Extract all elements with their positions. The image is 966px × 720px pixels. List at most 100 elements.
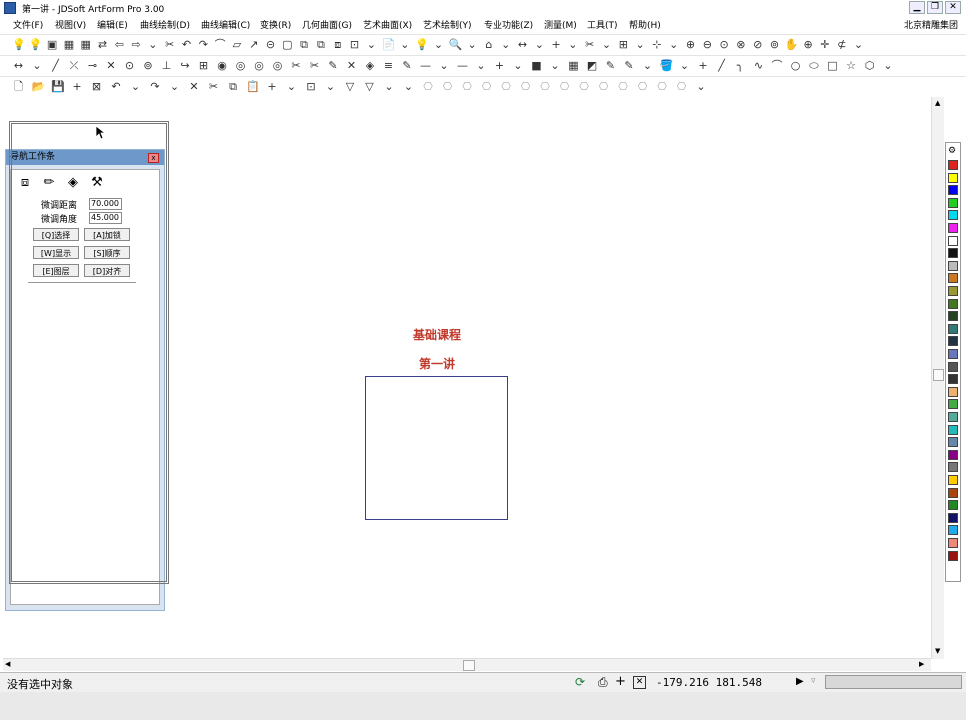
toolbar-row2-tool-icon[interactable]: ╮	[734, 59, 747, 72]
color-swatch[interactable]	[948, 160, 958, 170]
color-swatch[interactable]	[948, 500, 958, 511]
toolbar-row3-tool-icon[interactable]: ⎔	[597, 80, 610, 93]
toolbar-row1-tool-icon[interactable]: 💡	[12, 38, 26, 51]
color-swatch[interactable]	[948, 538, 958, 548]
color-swatch[interactable]	[948, 223, 958, 233]
printer-icon[interactable]: ⎙	[598, 675, 608, 690]
color-swatch[interactable]	[948, 449, 958, 460]
toolbar-row3-tool-icon[interactable]: +	[71, 80, 84, 93]
toolbar-row3-tool-icon[interactable]: ↷	[149, 80, 162, 93]
toolbar-row1-tool-icon[interactable]: ⌄	[634, 38, 647, 51]
toolbar-row1-tool-icon[interactable]: ⌄	[466, 38, 479, 51]
toolbar-row2-tool-icon[interactable]: ↔	[12, 59, 25, 72]
menu-curve-edit[interactable]: 曲线编辑(C)	[201, 18, 250, 31]
toolbar-row2-tool-icon[interactable]: ↪	[179, 59, 192, 72]
toolbar-row2-tool-icon[interactable]: ◩	[586, 59, 599, 72]
toolbar-row3-tool-icon[interactable]: 💾	[51, 80, 65, 93]
toolbar-row2-tool-icon[interactable]: ✎	[604, 59, 617, 72]
toolbar-row1-tool-icon[interactable]: ⊡	[348, 38, 361, 51]
toolbar-row1-tool-icon[interactable]: ⊗	[734, 38, 747, 51]
menu-file[interactable]: 文件(F)	[13, 18, 43, 31]
toolbar-row2-tool-icon[interactable]: ⊥	[160, 59, 173, 72]
toolbar-row1-tool-icon[interactable]: ⇄	[96, 38, 109, 51]
toolbar-row2-tool-icon[interactable]: ✎	[327, 59, 340, 72]
toolbar-row1-tool-icon[interactable]: ⌄	[533, 38, 546, 51]
toolbar-row1-tool-icon[interactable]: ⧉	[314, 38, 327, 51]
toolbar-row2-tool-icon[interactable]: +	[697, 59, 710, 72]
toolbar-row1-tool-icon[interactable]: ⊞	[617, 38, 630, 51]
toolbar-row3-tool-icon[interactable]: +	[266, 80, 279, 93]
color-swatch[interactable]	[948, 475, 958, 485]
toolbar-row2-tool-icon[interactable]: ≡	[382, 59, 395, 72]
dropdown-arrow-icon[interactable]: ▿	[811, 676, 816, 686]
color-swatch[interactable]	[948, 412, 958, 422]
crosshair-icon[interactable]: +	[615, 674, 626, 689]
toolbar-row3-tool-icon[interactable]: 📂	[32, 80, 46, 93]
toolbar-row2-tool-icon[interactable]: ∿	[752, 59, 765, 72]
scroll-down-icon[interactable]: ▼	[935, 647, 940, 655]
toolbar-row2-tool-icon[interactable]: ⌄	[882, 59, 895, 72]
toolbar-row2-tool-icon[interactable]: ✕	[105, 59, 118, 72]
toolbar-row2-tool-icon[interactable]: ╱	[49, 59, 62, 72]
toolbar-row2-tool-icon[interactable]: ✂	[290, 59, 303, 72]
toolbar-row2-tool-icon[interactable]: ■	[530, 59, 543, 72]
minimize-button[interactable]: ▁	[909, 1, 925, 14]
color-swatch[interactable]	[948, 172, 958, 183]
color-swatch[interactable]	[948, 462, 958, 473]
menu-curve-draw[interactable]: 曲线绘制(D)	[140, 18, 190, 31]
toolbar-row1-tool-icon[interactable]: ↗	[247, 38, 260, 51]
toolbar-row3-tool-icon[interactable]: ⌄	[285, 80, 298, 93]
toolbar-row2-tool-icon[interactable]: ☆	[845, 59, 858, 72]
toolbar-row3-tool-icon[interactable]: ⌄	[168, 80, 181, 93]
menu-transform[interactable]: 变换(R)	[260, 18, 291, 31]
toolbar-row2-tool-icon[interactable]: ╱	[715, 59, 728, 72]
color-swatch[interactable]	[948, 336, 958, 347]
color-swatch[interactable]	[948, 487, 958, 498]
color-swatch[interactable]	[948, 437, 958, 448]
toolbar-row1-tool-icon[interactable]: ✋	[785, 38, 799, 51]
toolbar-row1-tool-icon[interactable]: ▦	[79, 38, 92, 51]
menu-art-draw[interactable]: 艺术绘制(Y)	[423, 18, 472, 31]
toolbar-row3-tool-icon[interactable]: ⎔	[617, 80, 630, 93]
menu-measure[interactable]: 测量(M)	[544, 18, 577, 31]
toolbar-row3-tool-icon[interactable]: ⌄	[129, 80, 142, 93]
toolbar-row3-tool-icon[interactable]: ▽	[344, 80, 357, 93]
toolbar-row1-tool-icon[interactable]: ▱	[230, 38, 243, 51]
toolbar-row3-tool-icon[interactable]: ✕	[188, 80, 201, 93]
toolbar-row2-tool-icon[interactable]: ⌄	[475, 59, 488, 72]
toolbar-row2-tool-icon[interactable]: ⌄	[31, 59, 44, 72]
toolbar-row2-tool-icon[interactable]: ◈	[364, 59, 377, 72]
toolbar-row1-tool-icon[interactable]: ✂	[163, 38, 176, 51]
color-swatch[interactable]	[948, 512, 958, 523]
color-swatch[interactable]	[948, 386, 958, 397]
toolbar-row1-tool-icon[interactable]: ▣	[46, 38, 59, 51]
toolbar-row3-tool-icon[interactable]: ↶	[110, 80, 123, 93]
toolbar-row1-tool-icon[interactable]: ⌄	[852, 38, 865, 51]
toolbar-row1-tool-icon[interactable]: ⌄	[398, 38, 411, 51]
color-swatch[interactable]	[948, 260, 958, 271]
toolbar-row1-tool-icon[interactable]: ▢	[281, 38, 294, 51]
menu-professional[interactable]: 专业功能(Z)	[484, 18, 533, 31]
color-swatch[interactable]	[948, 273, 958, 284]
toolbar-row3-tool-icon[interactable]: ✂	[207, 80, 220, 93]
color-swatch[interactable]	[948, 248, 958, 259]
toolbar-row1-tool-icon[interactable]: ⌄	[566, 38, 579, 51]
toolbar-row3-tool-icon[interactable]: ⎔	[441, 80, 454, 93]
toolbar-row2-tool-icon[interactable]: ✎	[623, 59, 636, 72]
toolbar-row1-tool-icon[interactable]: ⌄	[600, 38, 613, 51]
toolbar-row2-tool-icon[interactable]: ◎	[271, 59, 284, 72]
toolbar-row3-tool-icon[interactable]: ⌄	[695, 80, 708, 93]
color-swatch[interactable]	[948, 424, 958, 435]
toolbar-row1-tool-icon[interactable]: ⊘	[751, 38, 764, 51]
menu-view[interactable]: 视图(V)	[55, 18, 86, 31]
scroll-right-icon[interactable]: ▶	[919, 660, 924, 668]
toolbar-row3-tool-icon[interactable]: ⎔	[539, 80, 552, 93]
toolbar-row2-tool-icon[interactable]: 🪣	[660, 59, 674, 72]
color-swatch[interactable]	[948, 185, 958, 196]
toolbar-row3-tool-icon[interactable]: ⊡	[305, 80, 318, 93]
toolbar-row1-tool-icon[interactable]: ✂	[583, 38, 596, 51]
toolbar-row3-tool-icon[interactable]: ⎔	[519, 80, 532, 93]
toolbar-row2-tool-icon[interactable]: ⊙	[123, 59, 136, 72]
toolbar-row2-tool-icon[interactable]: ⌄	[549, 59, 562, 72]
refresh-icon[interactable]: ⟳	[575, 675, 585, 689]
